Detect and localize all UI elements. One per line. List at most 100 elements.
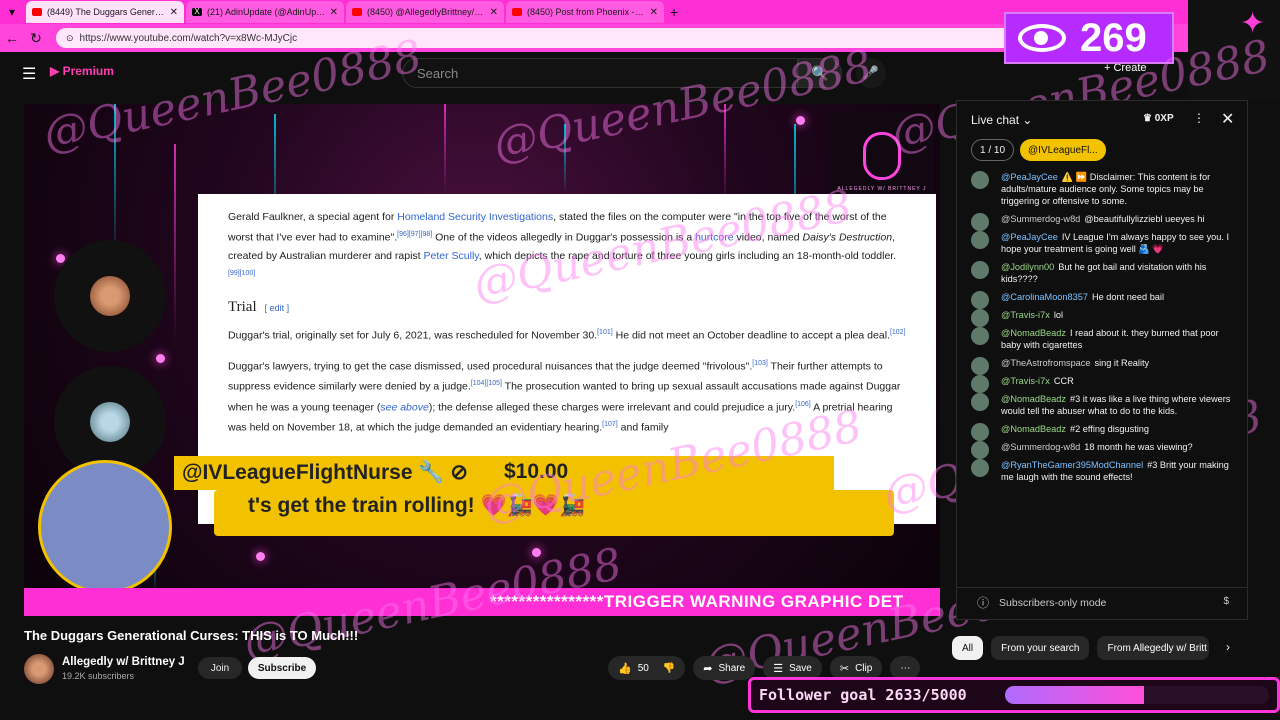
chat-message: @CarolinaMoon8357 He dont need bail bbox=[967, 291, 1239, 309]
close-icon[interactable]: ✕ bbox=[170, 7, 178, 18]
wiki-citation: [102] bbox=[889, 329, 906, 336]
avatar[interactable] bbox=[971, 459, 989, 477]
like-button[interactable]: 👍 50 👎 bbox=[608, 656, 686, 680]
chat-message: @RyanTheGamer395ModChannel #3 Britt your … bbox=[967, 459, 1239, 483]
chat-message: @PeaJayCee ⚠️ ⏩ Disclaimer: This content … bbox=[967, 171, 1239, 207]
wiki-citation: [104][105] bbox=[470, 380, 502, 387]
reload-icon[interactable]: ↻ bbox=[24, 30, 48, 47]
channel-avatar[interactable] bbox=[24, 654, 54, 684]
chat-messages: @PeaJayCee ⚠️ ⏩ Disclaimer: This content … bbox=[967, 171, 1239, 489]
wiki-text: One of the videos allegedly in Duggar's … bbox=[432, 231, 696, 244]
share-button[interactable]: ➦ Share bbox=[693, 656, 756, 680]
menu-icon[interactable]: ☰ bbox=[22, 64, 36, 84]
chat-tools: 1 / 10 @IVLeagueFl... bbox=[971, 139, 1106, 161]
scissors-icon: ✂ bbox=[839, 662, 850, 675]
close-icon[interactable]: ✕ bbox=[650, 7, 658, 18]
poll-count-chip[interactable]: 1 / 10 bbox=[971, 139, 1015, 161]
chat-author[interactable]: @PeaJayCee bbox=[1001, 172, 1058, 182]
decorative-dot bbox=[256, 552, 265, 561]
wiki-edit-link: [ edit ] bbox=[264, 303, 290, 313]
chat-author[interactable]: @TheAstrofromspace bbox=[1001, 358, 1091, 368]
avatar[interactable] bbox=[971, 261, 989, 279]
guest-photo bbox=[90, 276, 130, 316]
decorative-streak bbox=[724, 104, 726, 204]
join-button[interactable]: Join bbox=[198, 657, 242, 679]
chat-author[interactable]: @Travis-i7x bbox=[1001, 376, 1050, 386]
close-icon[interactable]: ✕ bbox=[330, 7, 338, 18]
avatar[interactable] bbox=[971, 231, 989, 249]
wiki-text: He did not meet an October deadline to a… bbox=[612, 329, 890, 342]
avatar[interactable] bbox=[971, 171, 989, 189]
browser-tab[interactable]: (8449) The Duggars Generational ✕ bbox=[26, 1, 184, 23]
browser-tab[interactable]: (8450) Post from Phoenix - YouTub ✕ bbox=[506, 1, 664, 23]
chat-author[interactable]: @CarolinaMoon8357 bbox=[1001, 292, 1088, 302]
wiki-heading: Trial [ edit ] bbox=[228, 299, 906, 316]
tab-search-icon[interactable]: ▾ bbox=[0, 0, 24, 24]
related-filter-chips: All From your search From Allegedly w/ B… bbox=[952, 636, 1210, 660]
avatar[interactable] bbox=[971, 375, 989, 393]
search-button[interactable]: 🔍 bbox=[798, 58, 842, 88]
site-info-icon[interactable]: ⊙ bbox=[66, 33, 74, 44]
dislike-icon[interactable]: 👎 bbox=[663, 663, 675, 674]
clip-label: Clip bbox=[855, 662, 873, 674]
tab-title: (8449) The Duggars Generational bbox=[47, 7, 166, 17]
filter-chip-from-search[interactable]: From your search bbox=[991, 636, 1090, 660]
chat-author[interactable]: @NomadBeadz bbox=[1001, 394, 1066, 404]
bottom-watermark-strip bbox=[0, 684, 748, 720]
chat-author[interactable]: @NomadBeadz bbox=[1001, 424, 1066, 434]
wiki-paragraph: Duggar's trial, originally set for July … bbox=[228, 324, 906, 345]
chat-author[interactable]: @Jodilynn00 bbox=[1001, 262, 1054, 272]
video-player[interactable]: ALLEGEDLY W/ BRITTNEY J Gerald Faulkner,… bbox=[24, 104, 940, 616]
chat-author[interactable]: @PeaJayCee bbox=[1001, 232, 1058, 242]
chat-text: @beautifullylizziebl ueeyes hi bbox=[1084, 214, 1205, 224]
channel-name[interactable]: Allegedly w/ Brittney J bbox=[62, 656, 185, 668]
chat-author[interactable]: @NomadBeadz bbox=[1001, 328, 1066, 338]
avatar[interactable] bbox=[971, 327, 989, 345]
chevron-right-icon[interactable]: › bbox=[1226, 640, 1230, 654]
like-count: 50 bbox=[637, 662, 649, 674]
wiki-paragraph: Duggar's lawyers, trying to get the case… bbox=[228, 355, 906, 437]
filter-chip-from-channel[interactable]: From Allegedly w/ Britt bbox=[1097, 636, 1210, 660]
microphone-icon: 🎤 bbox=[862, 65, 880, 80]
avatar[interactable] bbox=[971, 393, 989, 411]
chat-author[interactable]: @Summerdog-w8d bbox=[1001, 214, 1080, 224]
microphone-icon bbox=[863, 132, 901, 180]
youtube-logo[interactable]: ▶ Premium bbox=[50, 64, 114, 78]
decorative-dot bbox=[56, 254, 65, 263]
chat-text: sing it Reality bbox=[1094, 358, 1150, 368]
search-input[interactable]: Search bbox=[402, 58, 798, 88]
avatar[interactable] bbox=[971, 357, 989, 375]
chat-author[interactable]: @Summerdog-w8d bbox=[1001, 442, 1080, 452]
xp-badge[interactable]: ♛ 0XP bbox=[1143, 113, 1174, 124]
avatar[interactable] bbox=[971, 309, 989, 327]
wiki-text: Duggar's trial, originally set for July … bbox=[228, 329, 598, 342]
filter-chip-all[interactable]: All bbox=[952, 636, 984, 660]
close-icon[interactable]: ✕ bbox=[490, 7, 498, 18]
new-tab-icon[interactable]: + bbox=[670, 4, 678, 20]
pinned-donor-chip[interactable]: @IVLeagueFl... bbox=[1020, 139, 1106, 161]
more-options-icon[interactable]: ⋮ bbox=[1193, 111, 1205, 125]
info-icon[interactable]: ⓘ bbox=[977, 594, 989, 611]
screen: ▾ (8449) The Duggars Generational ✕ X (2… bbox=[0, 0, 1280, 720]
chat-author[interactable]: @RyanTheGamer395ModChannel bbox=[1001, 460, 1143, 470]
wiki-link: see above bbox=[380, 401, 429, 413]
back-icon[interactable]: ← bbox=[0, 30, 24, 46]
avatar[interactable] bbox=[971, 441, 989, 459]
avatar[interactable] bbox=[971, 213, 989, 231]
chat-text: He dont need bail bbox=[1091, 292, 1164, 302]
wiki-citation: [106] bbox=[795, 400, 811, 408]
save-label: Save bbox=[789, 662, 812, 674]
voice-search-button[interactable]: 🎤 bbox=[856, 58, 886, 88]
super-chat-icon[interactable]: $ bbox=[1223, 596, 1229, 607]
url-field[interactable]: ⊙ https://www.youtube.com/watch?v=x8Wc-M… bbox=[56, 28, 1036, 48]
close-icon[interactable]: ✕ bbox=[1221, 109, 1234, 129]
avatar[interactable] bbox=[971, 291, 989, 309]
more-icon: ⋯ bbox=[900, 662, 911, 674]
browser-tab[interactable]: X (21) AdinUpdate (@AdinUpdate) / ✕ bbox=[186, 1, 344, 23]
subscribe-button[interactable]: Subscribe bbox=[248, 657, 316, 679]
chat-title-dropdown[interactable]: Live chat ⌄ bbox=[971, 113, 1032, 127]
avatar[interactable] bbox=[971, 423, 989, 441]
chat-author[interactable]: @Travis-i7x bbox=[1001, 310, 1050, 320]
browser-tab[interactable]: (8450) @AllegedlyBrittney/ can nc ✕ bbox=[346, 1, 504, 23]
wiki-citation: [96][97][98] bbox=[397, 231, 433, 238]
